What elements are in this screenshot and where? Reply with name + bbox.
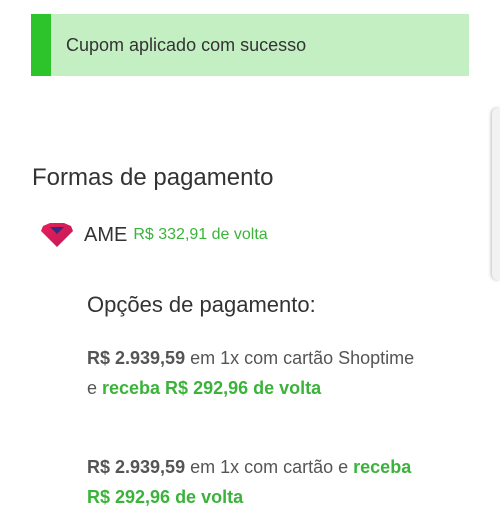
option-price: R$ 2.939,59 — [87, 457, 186, 477]
payment-option-shoptime-card: R$ 2.939,59 em 1x com cartão Shoptime e … — [87, 343, 417, 403]
payment-methods-title: Formas de pagamento — [32, 164, 274, 191]
ame-heart-logo-icon — [41, 223, 73, 247]
banner-message: Cupom aplicado com sucesso — [66, 34, 307, 55]
banner-accent-bar — [31, 14, 51, 76]
payment-options-title: Opções de pagamento: — [87, 292, 316, 317]
page: Cupom aplicado com sucesso Formas de pag… — [0, 0, 500, 519]
option-price: R$ 2.939,59 — [87, 348, 186, 368]
ame-payment-method[interactable]: AME R$ 332,91 de volta — [40, 222, 268, 248]
option-description: em 1x com cartão e — [185, 457, 354, 477]
coupon-success-banner: Cupom aplicado com sucesso — [31, 14, 469, 76]
side-panel-edge[interactable] — [492, 108, 500, 280]
option-cashback: receba R$ 292,96 de volta — [102, 378, 322, 398]
ame-name: AME — [84, 223, 128, 246]
ame-cashback: R$ 332,91 de volta — [133, 226, 268, 243]
payment-option-card: R$ 2.939,59 em 1x com cartão e receba R$… — [87, 452, 417, 512]
